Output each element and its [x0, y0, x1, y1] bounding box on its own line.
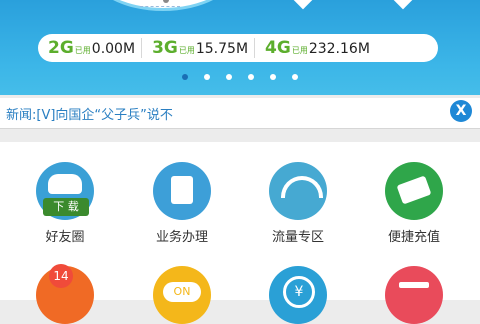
tile-recharge[interactable]: 便捷充值 [354, 162, 474, 245]
service-grid: 下 载 好友圈 业务办理 流量专区 便捷充值 14 ON ¥ [0, 142, 480, 324]
net-sublabel: 已用 [74, 46, 91, 55]
list-bar-icon [399, 282, 429, 288]
toggle-icon: ON [153, 266, 211, 324]
list-icon [385, 266, 443, 324]
business-icon [153, 162, 211, 220]
carousel-dot[interactable] [226, 74, 232, 80]
notification-badge: 14 [49, 264, 73, 288]
yuan-search-icon: ¥ [269, 266, 327, 324]
tile-row2-4[interactable] [354, 266, 474, 324]
news-text[interactable]: 新闻:[V]向国企“父子兵”说不 [6, 104, 173, 123]
carousel-dot[interactable] [270, 74, 276, 80]
net-sublabel: 已用 [178, 46, 195, 55]
tile-label: 好友圈 [45, 230, 85, 245]
carousel-dot[interactable] [292, 74, 298, 80]
tile-label: 流量专区 [271, 230, 324, 245]
tile-label: 业务办理 [155, 230, 208, 245]
cloud-icon [48, 174, 82, 194]
usage-value: 232.16M [308, 41, 370, 57]
recharge-icon [385, 162, 443, 220]
traffic-icon [269, 162, 327, 220]
tile-friends[interactable]: 下 载 好友圈 [5, 162, 125, 245]
tile-row2-2[interactable]: ON [122, 266, 242, 324]
close-icon[interactable]: X [450, 100, 472, 122]
tile-label: 便捷充值 [387, 230, 440, 245]
traffic-header: 2G 已用 0.00M 3G 已用 15.75M 4G 已用 232.16M [0, 0, 480, 95]
usage-3g: 3G 已用 15.75M [141, 38, 248, 58]
yuan-symbol: ¥ [283, 276, 315, 308]
carousel-dot[interactable] [182, 74, 188, 80]
carousel-indicator [0, 74, 480, 80]
net-label: 4G [265, 38, 291, 58]
download-badge: 下 载 [43, 198, 89, 216]
document-icon [171, 176, 193, 204]
tile-row2-3[interactable]: ¥ [238, 266, 358, 324]
tile-row2-1[interactable]: 14 [5, 264, 125, 324]
on-label: ON [163, 282, 201, 302]
net-label: 3G [152, 38, 178, 58]
usage-summary: 2G 已用 0.00M 3G 已用 15.75M 4G 已用 232.16M [38, 34, 438, 62]
right-arrow-icon[interactable] [391, 0, 415, 10]
net-sublabel: 已用 [291, 46, 308, 55]
usage-4g: 4G 已用 232.16M [254, 38, 370, 58]
usage-2g: 2G 已用 0.00M [38, 38, 135, 58]
gauge-ticks [140, 0, 180, 7]
battery-icon [396, 175, 432, 205]
tile-traffic[interactable]: 流量专区 [238, 162, 358, 245]
speedometer-icon [281, 176, 323, 198]
usage-value: 15.75M [195, 41, 249, 57]
news-banner[interactable]: 新闻:[V]向国企“父子兵”说不 [0, 98, 480, 129]
net-label: 2G [48, 38, 74, 58]
usage-value: 0.00M [91, 41, 136, 57]
carousel-dot[interactable] [204, 74, 210, 80]
left-arrow-icon[interactable] [291, 0, 315, 10]
carousel-dot[interactable] [248, 74, 254, 80]
tile-business[interactable]: 业务办理 [122, 162, 242, 245]
